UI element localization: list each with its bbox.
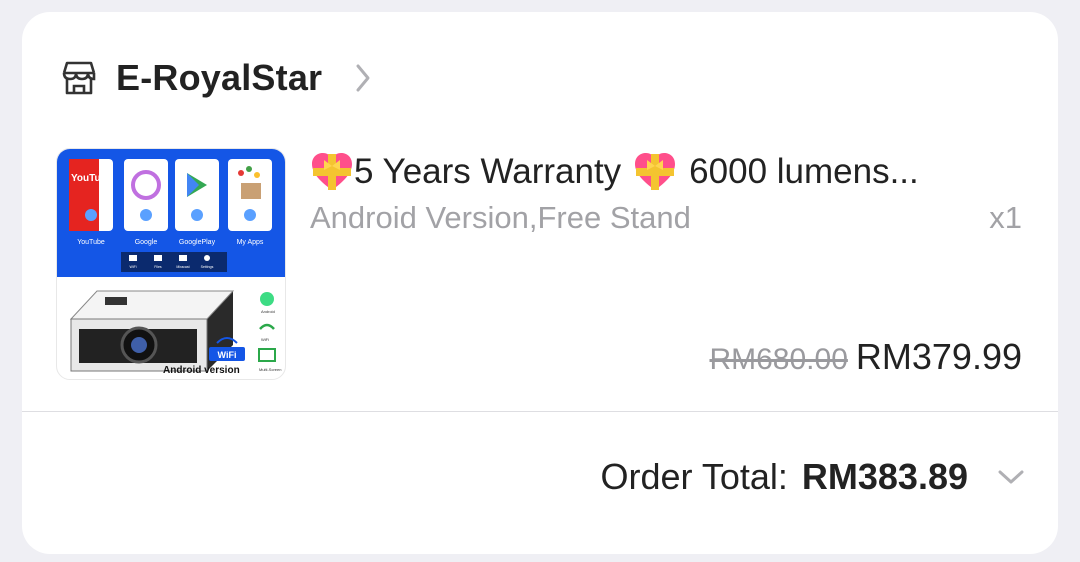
shop-name: E-RoyalStar xyxy=(116,57,323,98)
heart-with-ribbon-icon xyxy=(312,153,352,190)
product-title[interactable]: 5 Years Warranty 6000 lumens... xyxy=(310,148,1025,196)
price-row: RM680.00 RM379.99 xyxy=(709,336,1022,378)
wifi-badge: WiFi xyxy=(218,350,237,360)
shop-header[interactable]: E-RoyalStar xyxy=(60,56,374,100)
divider xyxy=(22,411,1058,412)
order-total-row[interactable]: Order Total: RM383.89 xyxy=(600,456,1026,498)
product-variation: Android Version,Free Stand xyxy=(310,200,691,235)
projector-image: YouTube YouTube Google GooglePlay My App… xyxy=(57,149,285,376)
heart-with-ribbon-icon xyxy=(635,153,676,190)
order-total-label: Order Total: xyxy=(600,456,788,497)
sale-price: RM379.99 xyxy=(855,336,1022,377)
toolbar-label-files: Files xyxy=(154,265,162,269)
toolbar-label-miracast: Miracast xyxy=(176,265,189,269)
product-quantity: x1 xyxy=(989,200,1022,235)
product-title-part2: 6000 lumens... xyxy=(689,152,919,191)
store-icon xyxy=(62,61,96,95)
app-label-youtube: YouTube xyxy=(77,239,105,246)
app-label-googleplay: GooglePlay xyxy=(179,239,216,246)
chevron-right-icon xyxy=(356,64,370,92)
chevron-down-icon[interactable] xyxy=(996,467,1026,487)
order-total-value: RM383.89 xyxy=(801,456,968,497)
feature-wifi: WiFi xyxy=(261,337,269,342)
order-card: E-RoyalStar YouTube YouTube Google Googl… xyxy=(22,12,1058,554)
toolbar-label-settings: Settings xyxy=(201,265,214,269)
original-price: RM680.00 xyxy=(709,343,848,376)
app-label-myapps: My Apps xyxy=(237,239,264,246)
product-title-part1: 5 Years Warranty xyxy=(354,152,622,191)
toolbar-label-wifi: WiFi xyxy=(130,265,137,269)
product-thumbnail[interactable]: YouTube YouTube Google GooglePlay My App… xyxy=(56,148,286,380)
youtube-logo-text: YouTube xyxy=(71,173,113,184)
feature-android: Android xyxy=(261,309,275,314)
app-label-google: Google xyxy=(135,239,158,246)
feature-multiscreen: Multi-Screen xyxy=(259,367,281,372)
image-caption: Android version xyxy=(163,365,240,376)
